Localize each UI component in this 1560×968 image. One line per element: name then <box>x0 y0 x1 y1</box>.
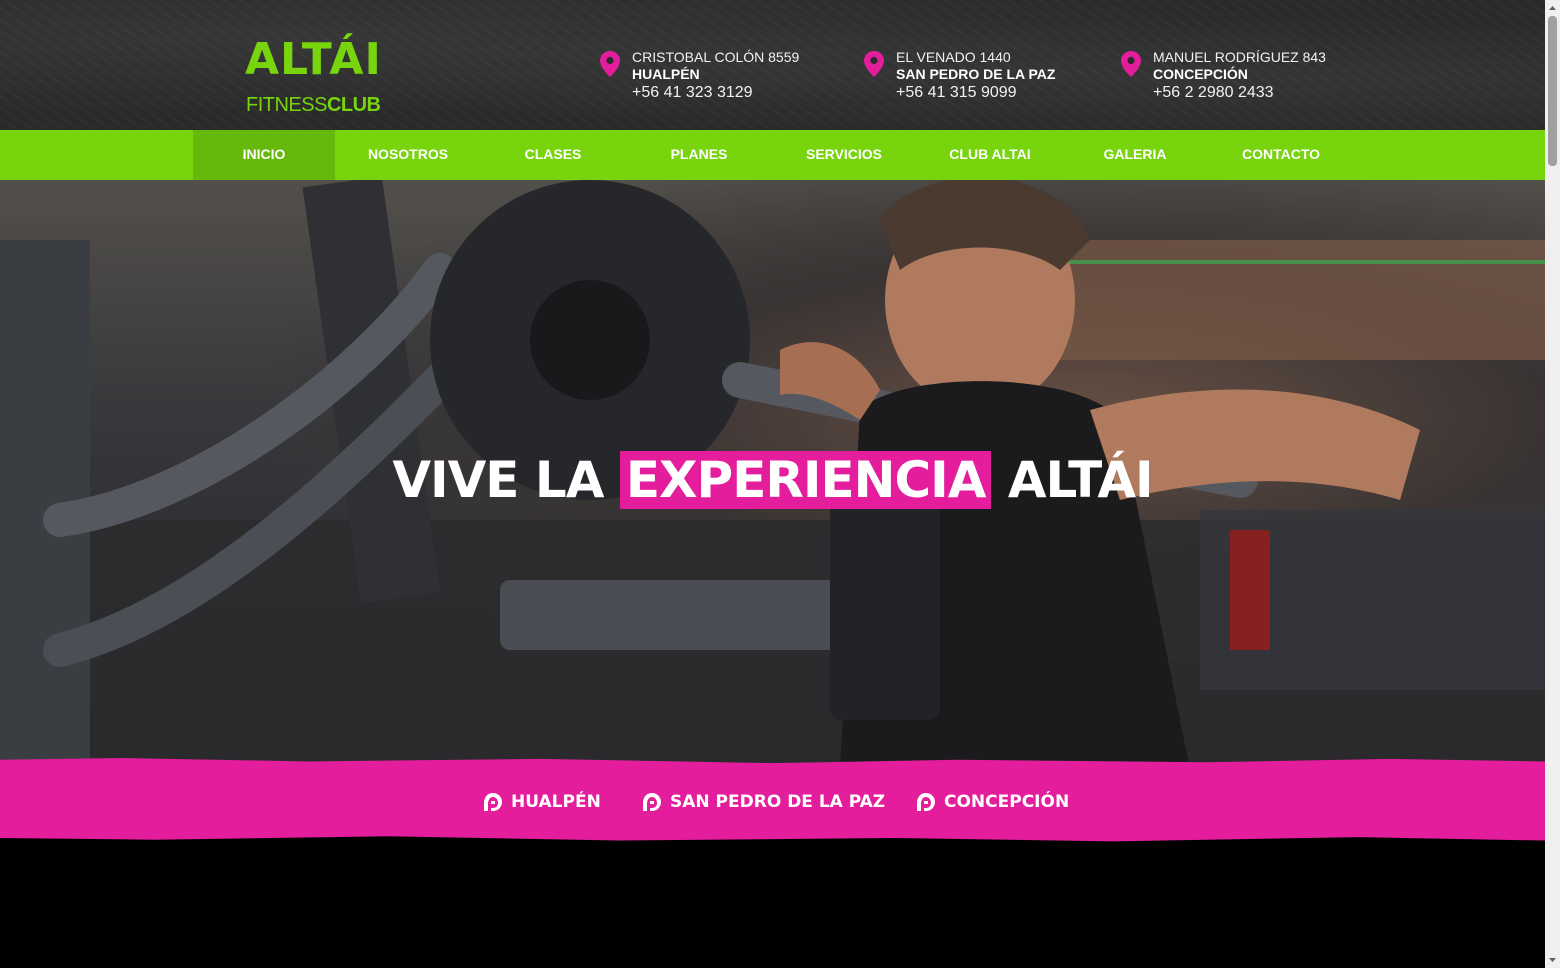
nav-item-servicios[interactable]: SERVICIOS <box>773 130 915 180</box>
page-scrollbar[interactable] <box>1545 0 1560 968</box>
location-street: EL VENADO 1440 <box>896 49 1011 65</box>
branch-label: HUALPÉN <box>511 792 601 812</box>
altai-logo-mark-icon <box>643 793 661 811</box>
altai-logo-mark-icon <box>484 793 502 811</box>
nav-item-club-altai[interactable]: CLUB ALTAI <box>915 130 1065 180</box>
altai-logo-mark-icon <box>917 793 935 811</box>
nav-item-clases[interactable]: CLASES <box>481 130 625 180</box>
hero-title-highlight: EXPERIENCIA <box>619 451 992 509</box>
branch-link-san-pedro[interactable]: SAN PEDRO DE LA PAZ <box>642 790 886 814</box>
logo-wordmark: ALTÁI <box>245 34 382 85</box>
hero-title: VIVE LA EXPERIENCIA ALTÁI <box>0 450 1545 510</box>
branch-link-concepcion[interactable]: CONCEPCIÓN <box>916 790 1086 814</box>
nav-item-contacto[interactable]: CONTACTO <box>1205 130 1357 180</box>
nav-item-planes[interactable]: PLANES <box>625 130 773 180</box>
location-city: HUALPÉN <box>632 66 700 82</box>
nav-item-galeria[interactable]: GALERIA <box>1065 130 1205 180</box>
scroll-down-arrow-icon[interactable] <box>1548 955 1557 965</box>
location-street: CRISTOBAL COLÓN 8559 <box>632 49 800 65</box>
location-phone[interactable]: +56 41 323 3129 <box>632 83 753 102</box>
main-nav: INICIO NOSOTROS CLASES PLANES SERVICIOS … <box>0 130 1545 180</box>
nav-item-inicio[interactable]: INICIO <box>193 130 335 180</box>
map-pin-icon <box>864 51 884 77</box>
hero-title-post: ALTÁI <box>991 451 1154 509</box>
location-city: SAN PEDRO DE LA PAZ <box>896 66 1056 82</box>
location-phone[interactable]: +56 41 315 9099 <box>896 83 1017 102</box>
logo-tagline-bold: CLUB <box>326 94 381 116</box>
branch-label: SAN PEDRO DE LA PAZ <box>670 792 886 812</box>
altai-logo[interactable]: ALTÁI FITNESSCLUB <box>245 38 395 118</box>
location-street: MANUEL RODRÍGUEZ 843 <box>1153 49 1326 65</box>
branch-label: CONCEPCIÓN <box>944 792 1070 812</box>
scroll-up-arrow-icon[interactable] <box>1548 3 1557 13</box>
map-pin-icon <box>1121 51 1141 77</box>
map-pin-icon <box>600 51 620 77</box>
location-city: CONCEPCIÓN <box>1153 66 1248 82</box>
logo-tagline-regular: FITNESS <box>246 94 327 116</box>
logo-tagline: FITNESSCLUB <box>246 94 381 116</box>
location-phone[interactable]: +56 2 2980 2433 <box>1153 83 1274 102</box>
scroll-thumb[interactable] <box>1548 16 1557 166</box>
nav-item-nosotros[interactable]: NOSOTROS <box>335 130 481 180</box>
hero-banner: VIVE LA EXPERIENCIA ALTÁI <box>0 180 1545 770</box>
site-header: ALTÁI FITNESSCLUB CRISTOBAL COLÓN 8559 H… <box>0 0 1545 130</box>
branch-link-hualpen[interactable]: HUALPÉN <box>483 790 623 814</box>
hero-title-pre: VIVE LA <box>392 451 620 509</box>
